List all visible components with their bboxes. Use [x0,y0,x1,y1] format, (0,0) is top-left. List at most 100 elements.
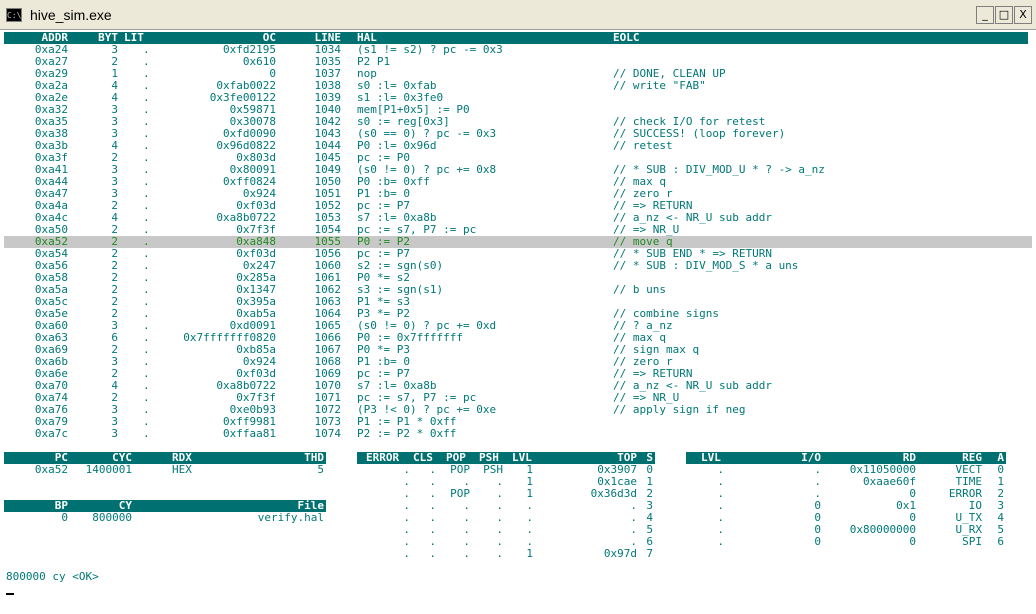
code-row[interactable]: 0xa79 3. 0xff9981 1073 P1 := P1 * 0xff [4,416,1032,428]
code-row[interactable]: 0xa69 2. 0xb85a 1067 P0 *= P3// sign max q [4,344,1032,356]
code-row[interactable]: 0xa32 3. 0x59871 1040 mem[P1+0x5] := P0 [4,104,1032,116]
code-cell-eolc: // ? a_nz [613,319,673,332]
code-row[interactable]: 0xa27 2. 0x610 1035 P2 P1 [4,56,1032,68]
code-row[interactable]: 0xa52 2. 0xa848 1055 P0 := P2// move q [4,236,1032,248]
code-cell-hal: P2 := P2 * 0xff [357,427,457,440]
title-bar: C:\ hive_sim.exe _ □ X [0,0,1036,30]
register-cell-io: 0 [814,535,821,548]
register-cell-rd: 0xaae60f [863,475,916,488]
code-row[interactable]: 0xa38 3. 0xfd0090 1043 (s0 == 0) ? pc -= 0x3… [4,128,1032,140]
stack-cell-top: . [630,511,637,524]
code-row[interactable]: 0xa74 2. 0x7f3f 1071 pc := s7, P7 := pc// =>… [4,392,1032,404]
code-row[interactable]: 0xa50 2. 0x7f3f 1054 pc := s7, P7 := pc// =>… [4,224,1032,236]
code-cell-lit: . [143,427,150,440]
code-cell-eolc: // write "FAB" [613,79,706,92]
maximize-button[interactable]: □ [995,6,1013,24]
code-cell-byt: 3 [111,427,118,440]
register-cell-a: 6 [997,535,1004,548]
code-cell-eolc [613,44,1023,56]
header-eolc: EOLC [613,31,640,44]
register-row: . 0 0x80000000 U_RX 5 [686,524,1006,536]
code-row[interactable]: 0xa44 3. 0xff0824 1050 P0 :b= 0xff// max q [4,176,1032,188]
register-row: .. 0 ERROR 2 [686,488,1006,500]
code-row[interactable]: 0xa76 3. 0xe0b93 1072 (P3 !< 0) ? pc += 0xe /… [4,404,1032,416]
code-cell-eolc: // * SUB : DIV_MOD_U * ? -> a_nz [613,163,825,176]
code-row[interactable]: 0xa29 1. 0 1037 nop// DONE, CLEAN UP [4,68,1032,80]
stack-cell-top: 0x97d [603,547,637,560]
window-title: hive_sim.exe [30,7,112,23]
code-row[interactable]: 0xa35 3. 0x30078 1042 s0 := reg[0x3]// check… [4,116,1032,128]
code-cell-line: 1074 [314,427,342,440]
register-cell-rd: 0 [909,535,916,548]
thd-value: 5 [317,463,324,476]
pc-value: 0xa52 [34,463,68,476]
code-row[interactable]: 0xa54 2. 0xf03d 1056 pc := P7// * SUB END * … [4,248,1032,260]
close-button[interactable]: X [1014,6,1032,24]
code-row[interactable]: 0xa6b 3. 0x924 1068 P1 :b= 0// zero r [4,356,1032,368]
register-cell-rd: 0x80000000 [849,523,916,536]
code-cell-eolc [613,428,1023,440]
code-cell-hal: P2 P1 [357,55,391,68]
code-cell-eolc: // max q [613,175,666,188]
code-cell-eolc [613,92,1023,104]
text-cursor[interactable] [6,593,14,595]
code-cell-oc: 0xffaa81 [223,427,276,440]
header-bp: BP [54,499,68,512]
header-cls: CLS [413,451,433,464]
code-cell-eolc: // b uns [613,283,666,296]
code-row[interactable]: 0xa3f 2. 0x803d 1045 pc := P0 [4,152,1032,164]
code-row[interactable]: 0xa58 2. 0x285a 1061 P0 *= s2 [4,272,1032,284]
code-row[interactable]: 0xa6e 2. 0xf03d 1069 pc := P7// => RETURN [4,368,1032,380]
code-cell-eolc: // retest [613,139,673,152]
code-row[interactable]: 0xa7c 3. 0xffaa81 1074 P2 := P2 * 0xff [4,428,1032,440]
minimize-button[interactable]: _ [976,6,994,24]
stack-cell-psh: . [496,547,503,560]
code-row[interactable]: 0xa24 3. 0xfd2195 1034 (s1 != s2) ? pc -= 0x… [4,44,1032,56]
code-cell-eolc: // apply sign if neg [613,403,746,416]
stack-cell-s: 7 [646,547,653,560]
cyc-value: 1400001 [85,463,132,476]
code-cell-eolc: // combine signs [613,307,719,320]
code-row[interactable]: 0xa5e 2. 0xab5a 1064 P3 *= P2// combine sign… [4,308,1032,320]
code-cell-eolc [613,272,1023,284]
stack-row: ......4 [357,512,655,524]
code-cell-eolc: // * SUB : DIV_MOD_S * a uns [613,259,799,272]
cy-value: 800000 [92,511,132,524]
code-row[interactable]: 0xa47 3. 0x924 1051 P1 :b= 0// zero r [4,188,1032,200]
code-cell-eolc [613,416,1023,428]
console-app-icon[interactable]: C:\ [6,8,22,22]
code-row[interactable]: 0xa3b 4. 0x96d0822 1044 P0 :l= 0x96d// retes… [4,140,1032,152]
header-thd: THD [304,451,324,464]
stack-row: ......3 [357,500,655,512]
code-header: ADDR BYT LIT OC LINE HAL EOLC [4,32,1028,44]
code-row[interactable]: 0xa41 3. 0x80091 1049 (s0 != 0) ? pc += 0x8/… [4,164,1032,176]
code-cell-oc: 0x610 [242,55,276,68]
code-row[interactable]: 0xa4c 4. 0xa8b0722 1053 s7 :l= 0xa8b// a_nz … [4,212,1032,224]
status-line: 800000 cy <OK> [6,570,99,583]
code-row[interactable]: 0xa2e 4. 0x3fe00122 1039 s1 :l= 0x3fe0 [4,92,1032,104]
stack-cell-lvl: 1 [526,547,533,560]
code-cell-eolc: // => NR_U [613,223,680,236]
code-row[interactable]: 0xa4a 2. 0xf03d 1052 pc := P7// => RETURN [4,200,1032,212]
code-row[interactable]: 0xa5c 2. 0x395a 1063 P1 *= s3 [4,296,1032,308]
code-cell-eolc: // SUCCESS! (loop forever) [613,127,786,140]
bp-value: 0 [61,511,68,524]
register-cell-lvl: . [717,535,724,548]
code-row[interactable]: 0xa63 6. 0x7fffffff0820 1066 P0 := 0x7ffffff… [4,332,1032,344]
stack-cell-top: 0x36d3d [590,487,637,500]
code-row[interactable]: 0xa70 4. 0xa8b0722 1070 s7 :l= 0xa8b// a_nz … [4,380,1032,392]
code-row[interactable]: 0xa56 2. 0x247 1060 s2 := sgn(s0)// * SUB : … [4,260,1032,272]
stack-cell-cls: . [429,547,436,560]
code-row[interactable]: 0xa2a 4. 0xfab0022 1038 s0 :l= 0xfab// write… [4,80,1032,92]
register-row: . 0 0 SPI 6 [686,536,1006,548]
stack-row: .. POP. 1 0x36d3d 2 [357,488,655,500]
stack-cell-top: . [630,523,637,536]
code-cell-eolc: // sign max q [613,343,700,356]
stack-row: .... 1 0x97d 7 [357,548,655,560]
code-row[interactable]: 0xa5a 2. 0x1347 1062 s3 := sgn(s1)// b uns [4,284,1032,296]
register-cell-rd: 0x1 [896,499,916,512]
code-row[interactable]: 0xa60 3. 0xd0091 1065 (s0 != 0) ? pc += 0xd /… [4,320,1032,332]
console-area[interactable]: ADDR BYT LIT OC LINE HAL EOLC 0xa24 3. 0xf… [4,30,1032,614]
file-value: verify.hal [257,511,324,524]
register-cell-reg: SPI [962,535,982,548]
